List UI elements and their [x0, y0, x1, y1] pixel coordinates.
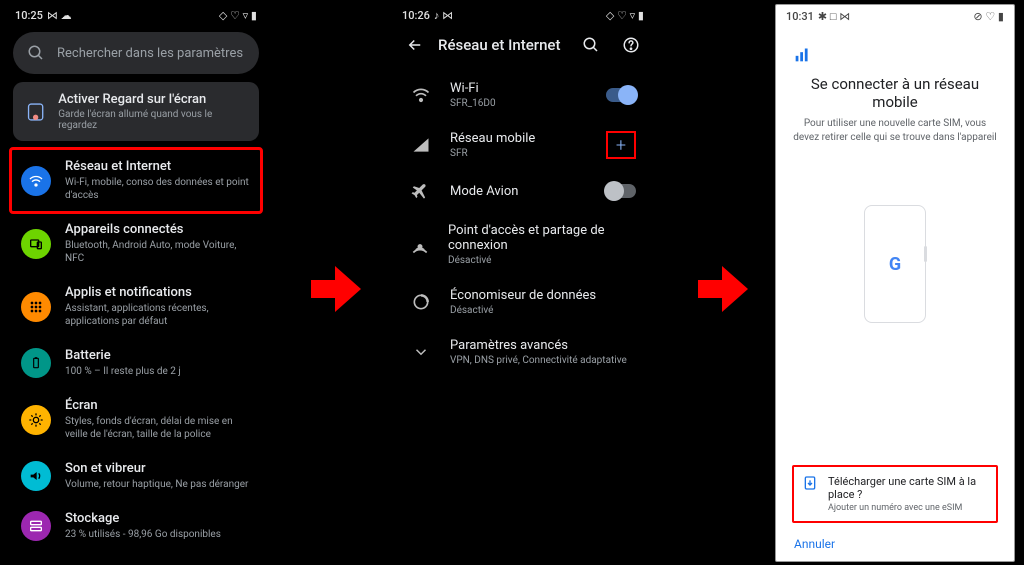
- data-saver-icon: [411, 292, 431, 312]
- apps-icon: [28, 299, 44, 315]
- cancel-button[interactable]: Annuler: [792, 523, 998, 561]
- row-title: Appareils connectés: [65, 222, 251, 237]
- row-airplane-mode[interactable]: Mode Avion: [392, 170, 654, 212]
- flow-arrow-icon: [311, 266, 361, 312]
- back-icon[interactable]: [406, 36, 424, 54]
- row-title: Batterie: [65, 348, 181, 363]
- row-sub: 23 % utilisés - 98,96 Go disponibles: [65, 528, 221, 541]
- brightness-icon: [28, 412, 44, 428]
- row-title: Économiseur de données: [450, 288, 596, 303]
- row-sound[interactable]: Son et vibreur Volume, retour haptique, …: [5, 451, 267, 501]
- battery-icon: [29, 355, 43, 371]
- row-data-saver[interactable]: Économiseur de données Désactivé: [392, 277, 654, 327]
- row-hotspot[interactable]: Point d'accès et partage de connexion Dé…: [392, 212, 654, 277]
- banner-sub: Garde l'écran allumé quand vous le regar…: [58, 109, 247, 131]
- row-sub: SFR: [450, 148, 535, 159]
- page-heading: Se connecter à un réseau mobile: [792, 75, 998, 111]
- row-sub: 100 % – Il reste plus de 2 j: [65, 365, 181, 378]
- hotspot-icon: [410, 235, 430, 255]
- status-icons-right: ◇ ♡ ▿ ▮: [219, 9, 257, 22]
- settings-list: Réseau et Internet Wi-Fi, mobile, conso …: [5, 149, 267, 551]
- row-title: Applis et notifications: [65, 285, 251, 300]
- status-bar: 10:26 ♪ ⋈ ◇ ♡ ▿ ▮: [392, 4, 654, 26]
- search-icon: [27, 44, 45, 62]
- page-subtext: Pour utiliser une nouvelle carte SIM, vo…: [792, 117, 998, 145]
- add-network-button[interactable]: +: [606, 131, 636, 159]
- settings-search[interactable]: Rechercher dans les paramètres: [13, 32, 259, 74]
- row-sub: VPN, DNS privé, Connectivité adaptative: [450, 355, 627, 366]
- screen-attention-banner[interactable]: Activer Regard sur l'écran Garde l'écran…: [13, 82, 259, 141]
- chevron-down-icon: [412, 343, 430, 361]
- screen-header: Réseau et Internet: [392, 26, 654, 70]
- screen-attention-icon: [25, 101, 46, 123]
- status-icons-left: ⋈ ☁: [47, 9, 72, 22]
- row-sub: Styles, fonds d'écran, délai de mise en …: [65, 415, 251, 441]
- sim-download-icon: [802, 475, 818, 491]
- search-placeholder: Rechercher dans les paramètres: [57, 46, 243, 61]
- row-storage[interactable]: Stockage 23 % utilisés - 98,96 Go dispon…: [5, 501, 267, 551]
- row-sub: Volume, retour haptique, Ne pas déranger: [65, 478, 248, 491]
- connect-mobile-screenshot: 10:31 ✱ □ ⋈ ⊘ ♡ ▮ Se connecter à un rése…: [775, 4, 1015, 562]
- esim-sub: Ajouter un numéro avec une eSIM: [828, 503, 988, 513]
- row-connected-devices[interactable]: Appareils connectés Bluetooth, Android A…: [5, 212, 267, 275]
- row-apps-notifications[interactable]: Applis et notifications Assistant, appli…: [5, 275, 267, 338]
- airplane-icon: [411, 181, 431, 201]
- row-sub: Désactivé: [448, 255, 636, 266]
- google-logo-icon: G: [889, 254, 901, 275]
- esim-title: Télécharger une carte SIM à la place ?: [828, 475, 988, 501]
- sound-icon: [28, 468, 44, 484]
- wifi-icon: [411, 85, 431, 105]
- wifi-toggle[interactable]: [606, 88, 636, 102]
- status-icons-right: ⊘ ♡ ▮: [973, 10, 1004, 23]
- row-network-internet[interactable]: Réseau et Internet Wi-Fi, mobile, conso …: [11, 149, 261, 212]
- row-sub: Désactivé: [450, 305, 596, 316]
- row-title: Mode Avion: [450, 184, 518, 199]
- status-bar: 10:25 ⋈ ☁ ◇ ♡ ▿ ▮: [5, 4, 267, 26]
- row-mobile-network[interactable]: Réseau mobile SFR +: [392, 120, 654, 170]
- settings-main-screenshot: 10:25 ⋈ ☁ ◇ ♡ ▿ ▮ Rechercher dans les pa…: [5, 4, 267, 562]
- download-esim-option[interactable]: Télécharger une carte SIM à la place ? A…: [792, 465, 998, 523]
- status-bar: 10:31 ✱ □ ⋈ ⊘ ♡ ▮: [776, 5, 1014, 27]
- device-illustration: G: [864, 205, 926, 323]
- flow-arrow-icon: [698, 266, 748, 312]
- row-title: Écran: [65, 398, 251, 413]
- wifi-icon: [28, 173, 44, 189]
- banner-title: Activer Regard sur l'écran: [58, 92, 247, 107]
- signal-icon: [411, 135, 431, 155]
- row-display[interactable]: Écran Styles, fonds d'écran, délai de mi…: [5, 388, 267, 451]
- row-battery[interactable]: Batterie 100 % – Il reste plus de 2 j: [5, 338, 267, 388]
- row-title: Stockage: [65, 511, 221, 526]
- status-icons-left: ♪ ⋈: [434, 9, 453, 22]
- row-title: Point d'accès et partage de connexion: [448, 223, 636, 253]
- help-icon[interactable]: [622, 36, 640, 54]
- row-title: Wi-Fi: [450, 81, 496, 96]
- airplane-toggle[interactable]: [606, 184, 636, 198]
- status-time: 10:25: [15, 9, 43, 22]
- row-sub: Bluetooth, Android Auto, mode Voiture, N…: [65, 239, 251, 265]
- row-title: Réseau et Internet: [65, 159, 251, 174]
- search-icon[interactable]: [582, 36, 600, 54]
- row-title: Son et vibreur: [65, 461, 248, 476]
- row-sub: SFR_16D0: [450, 98, 496, 109]
- signal-hero-icon: [792, 43, 998, 65]
- status-time: 10:31: [786, 10, 814, 23]
- row-advanced[interactable]: Paramètres avancés VPN, DNS privé, Conne…: [392, 327, 654, 377]
- row-sub: Assistant, applications récentes, applic…: [65, 302, 251, 328]
- network-settings-screenshot: 10:26 ♪ ⋈ ◇ ♡ ▿ ▮ Réseau et Internet Wi-…: [392, 4, 654, 562]
- page-title: Réseau et Internet: [438, 36, 568, 54]
- row-wifi[interactable]: Wi-Fi SFR_16D0: [392, 70, 654, 120]
- storage-icon: [28, 518, 44, 534]
- status-icons-left: ✱ □ ⋈: [818, 10, 850, 23]
- devices-icon: [28, 236, 44, 252]
- status-icons-right: ◇ ♡ ▿ ▮: [606, 9, 644, 22]
- row-title: Réseau mobile: [450, 131, 535, 146]
- row-sub: Wi-Fi, mobile, conso des données et poin…: [65, 176, 251, 202]
- row-title: Paramètres avancés: [450, 338, 627, 353]
- status-time: 10:26: [402, 9, 430, 22]
